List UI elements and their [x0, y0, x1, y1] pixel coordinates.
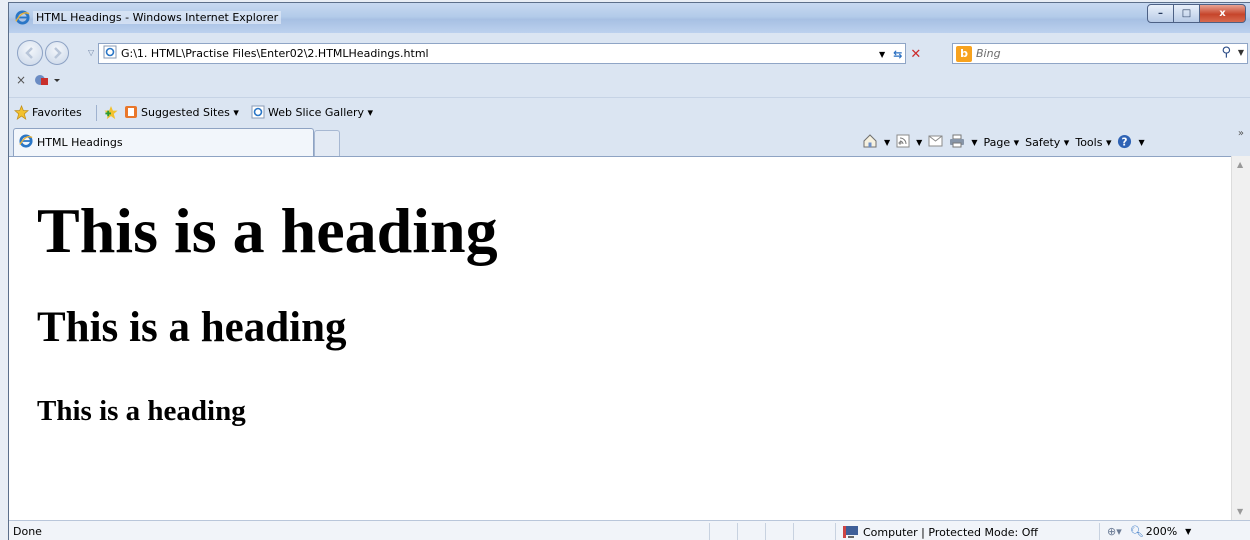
- svg-text:?: ?: [1122, 136, 1128, 148]
- toolbar-row: ×: [9, 69, 1250, 93]
- zoom-level: 200%: [1145, 525, 1178, 538]
- zoom-control[interactable]: 🔍︎ 200%: [1130, 525, 1177, 538]
- search-box[interactable]: b Bing ⚲ ▼: [952, 43, 1248, 64]
- minimize-icon: –: [1158, 8, 1163, 19]
- forward-icon: [54, 47, 62, 59]
- back-icon: [25, 47, 33, 59]
- status-divider: [737, 523, 738, 540]
- web-slice-gallery-button[interactable]: Web Slice Gallery ▾: [251, 105, 373, 119]
- vertical-scrollbar[interactable]: ▲ ▼: [1231, 156, 1250, 520]
- heading-2: This is a heading: [37, 304, 347, 351]
- status-divider: [793, 523, 794, 540]
- navigation-bar: ▽ G:\1. HTML\Practise Files\Enter02\2.HT…: [9, 35, 1250, 66]
- computer-zone-icon: [843, 526, 858, 538]
- page-content: This is a heading This is a heading This…: [9, 156, 1231, 520]
- more-commands-chevron[interactable]: »: [1238, 128, 1244, 139]
- safety-menu[interactable]: Safety ▾: [1025, 136, 1069, 149]
- home-dropdown[interactable]: ▼: [884, 138, 890, 147]
- title-bar[interactable]: HTML Headings - Windows Internet Explore…: [9, 3, 1250, 33]
- favorites-bar: Favorites Suggested Sites ▾ Web Slice Ga…: [9, 97, 1250, 125]
- back-button[interactable]: [17, 40, 43, 66]
- page-menu[interactable]: Page ▾: [983, 136, 1019, 149]
- new-tab-button[interactable]: [314, 130, 340, 156]
- zoom-icon: 🔍︎: [1129, 525, 1144, 538]
- tools-menu[interactable]: Tools ▾: [1075, 136, 1111, 149]
- web-slice-label: Web Slice Gallery ▾: [268, 105, 374, 119]
- suggested-sites-button[interactable]: Suggested Sites ▾: [124, 105, 239, 119]
- browser-window: HTML Headings - Windows Internet Explore…: [8, 2, 1250, 540]
- stop-icon[interactable]: ✕: [910, 47, 921, 62]
- help-icon[interactable]: ?: [1117, 134, 1132, 152]
- security-zone[interactable]: Computer | Protected Mode: Off: [843, 525, 1038, 539]
- status-divider: [709, 523, 710, 540]
- heading-3: This is a heading: [37, 395, 246, 427]
- bing-icon: b: [956, 45, 972, 62]
- maximize-icon: □: [1181, 8, 1192, 19]
- heading-1: This is a heading: [37, 195, 498, 266]
- mail-icon[interactable]: [928, 135, 943, 150]
- zoom-dropdown[interactable]: ▼: [1185, 527, 1191, 536]
- window-title: HTML Headings - Windows Internet Explore…: [33, 11, 282, 24]
- forward-button[interactable]: [45, 41, 69, 65]
- maximize-button[interactable]: □: [1174, 4, 1200, 23]
- status-divider: [1099, 523, 1100, 540]
- star-icon: [14, 105, 29, 120]
- help-dropdown[interactable]: ▼: [1138, 138, 1144, 147]
- ie-logo-icon: [15, 10, 30, 28]
- feeds-dropdown[interactable]: ▼: [916, 138, 922, 147]
- refresh-icon[interactable]: ⇆: [893, 48, 902, 61]
- feeds-icon[interactable]: [896, 134, 910, 151]
- status-divider: [835, 523, 836, 540]
- scroll-up-icon[interactable]: ▲: [1237, 160, 1243, 169]
- zone-label: Computer | Protected Mode: Off: [863, 525, 1038, 539]
- status-bar: Done Computer | Protected Mode: Off ⊕▾ 🔍…: [9, 520, 1250, 540]
- favorites-label: Favorites: [32, 106, 82, 119]
- command-bar: ▼ ▼ ▼ Page ▾ Safety ▾ Tools ▾ ? ▼: [862, 133, 1145, 152]
- search-icon[interactable]: ⚲: [1221, 45, 1231, 60]
- suggested-sites-icon: [125, 106, 137, 118]
- ie-logo-icon: [19, 134, 33, 151]
- status-text: Done: [13, 525, 42, 538]
- close-icon: x: [1219, 8, 1226, 19]
- search-options-dropdown[interactable]: ▼: [1238, 48, 1244, 57]
- address-dropdown[interactable]: ▼: [879, 50, 885, 59]
- search-input[interactable]: Bing: [976, 47, 1001, 60]
- ie-page-icon: [251, 105, 265, 119]
- favorites-button[interactable]: Favorites: [14, 105, 82, 120]
- close-button[interactable]: x: [1200, 4, 1246, 23]
- page-icon: [103, 45, 117, 62]
- address-input[interactable]: G:\1. HTML\Practise Files\Enter02\2.HTML…: [121, 47, 429, 60]
- print-icon[interactable]: [949, 134, 965, 151]
- translate-icon[interactable]: [34, 73, 60, 90]
- add-favorite-icon: [104, 105, 118, 120]
- separator: [96, 105, 97, 121]
- print-dropdown[interactable]: ▼: [971, 138, 977, 147]
- home-icon[interactable]: [862, 133, 878, 152]
- suggested-sites-label: Suggested Sites ▾: [141, 105, 239, 119]
- tab-html-headings[interactable]: HTML Headings: [13, 128, 314, 156]
- globe-icon[interactable]: ⊕▾: [1107, 525, 1122, 538]
- status-divider: [765, 523, 766, 540]
- minimize-button[interactable]: –: [1147, 4, 1174, 23]
- add-to-favorites-bar-button[interactable]: [103, 105, 119, 120]
- close-toolbar-icon[interactable]: ×: [16, 73, 26, 87]
- recent-pages-dropdown[interactable]: ▽: [88, 48, 94, 57]
- tab-bar: HTML Headings ▼ ▼ ▼ Page ▾ Safety ▾ Tool…: [9, 125, 1250, 157]
- tab-label: HTML Headings: [37, 136, 123, 149]
- scroll-down-icon[interactable]: ▼: [1237, 507, 1243, 516]
- address-bar[interactable]: G:\1. HTML\Practise Files\Enter02\2.HTML…: [98, 43, 906, 64]
